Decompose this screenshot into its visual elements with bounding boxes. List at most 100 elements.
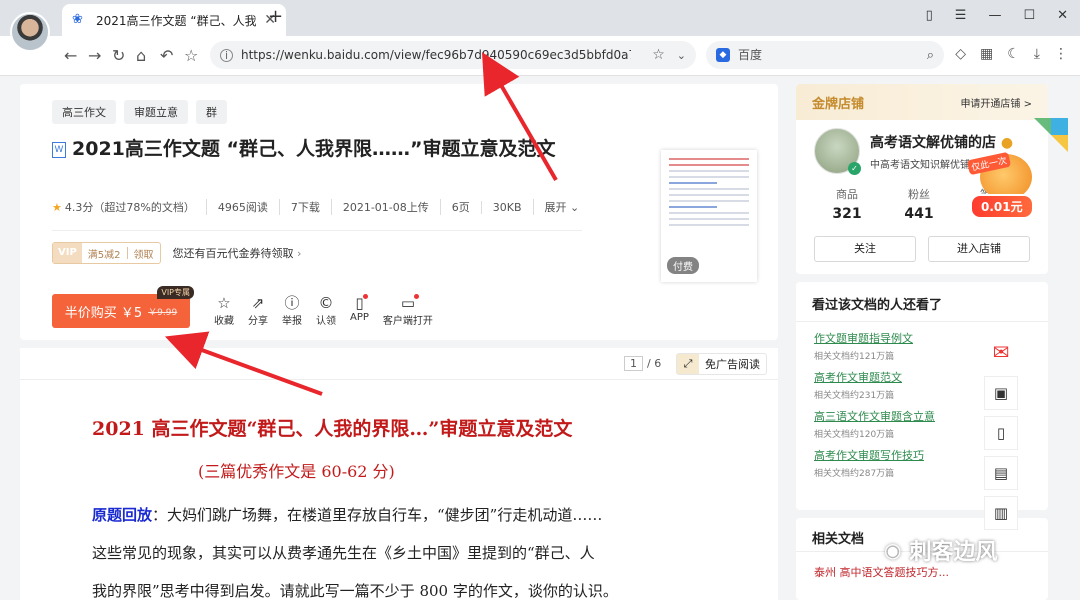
shop-buttons: 关注 进入店铺 — [814, 236, 1030, 262]
download-icon[interactable]: ⤓ — [1034, 46, 1040, 62]
action-bar: ☆ 收藏 ⇗ 分享 ⓘ 举报 © 认领 ▯ APP ▭ 客户端打开 — [214, 294, 433, 327]
comment-icon[interactable]: ▤ — [984, 456, 1018, 490]
prompt-label: 原题回放 — [92, 506, 153, 524]
tag[interactable]: 高三作文 — [52, 100, 116, 124]
rating-star-icon: ★ — [52, 201, 62, 214]
ad-free-read-button[interactable]: ⤢ 免广告阅读 — [676, 353, 767, 375]
expand-icon: ⤢ — [677, 354, 699, 374]
vip-coupon-row: VIP 满5减2 领取 您还有百元代金券待领取 › — [52, 242, 301, 264]
undo-close-icon[interactable]: ↶ — [160, 46, 173, 65]
action-label: 客户端打开 — [382, 316, 433, 327]
thumb-line — [669, 188, 749, 190]
shop-name-text: 高考语文解优铺的店 — [870, 135, 996, 151]
app-button[interactable]: ▯ APP — [350, 294, 369, 327]
stat-label: 商品 — [836, 188, 858, 201]
red-packet-icon[interactable]: ✉ — [984, 336, 1018, 370]
forward-icon[interactable]: → — [88, 46, 101, 65]
home-icon[interactable]: ⌂ — [136, 46, 146, 65]
monitor-icon: ▭ — [401, 294, 419, 312]
more-icon[interactable]: ⋮ — [1054, 46, 1068, 62]
search-icon[interactable]: ⌕ — [927, 48, 934, 63]
menu-icon[interactable]: ☰ — [955, 8, 967, 23]
verified-icon: ✓ — [848, 162, 861, 175]
minimize-icon[interactable]: — — [988, 8, 1001, 23]
enter-shop-button[interactable]: 进入店铺 — [928, 236, 1030, 262]
coupon-claim[interactable]: 领取 — [128, 246, 160, 261]
vip-coupon[interactable]: VIP 满5减2 领取 — [52, 242, 161, 264]
original-price: ￥9.99 — [148, 307, 178, 318]
sidebar-toggle-icon[interactable]: ▯ — [926, 8, 933, 23]
notification-dot — [362, 294, 368, 299]
total-pages: / 6 — [647, 357, 662, 370]
document-title: 2021高三作文题 “群己、人我界限……”审题立意及范文 — [72, 138, 556, 160]
search-engine-icon[interactable]: ◆ — [716, 48, 730, 62]
essay-body: 原题回放：大妈们跳广场舞，在楼道里存放自行车，“健步团”行走机动道…… 这些常见… — [92, 496, 732, 600]
back-icon[interactable]: ← — [64, 46, 77, 65]
vip-badge: VIP — [53, 243, 82, 263]
half-price-buy-button[interactable]: 半价购买 ￥5 ￥9.99 VIP专属 — [52, 286, 194, 328]
action-label: 举报 — [282, 316, 302, 327]
thumb-line — [669, 212, 749, 214]
site-info-icon[interactable]: i — [220, 48, 233, 62]
tag[interactable]: 审题立意 — [124, 100, 188, 124]
chevron-down-icon[interactable]: ⌄ — [677, 49, 686, 62]
current-page-input[interactable]: 1 — [624, 356, 643, 371]
action-label: APP — [350, 312, 369, 323]
star-icon: ☆ — [217, 294, 231, 312]
reload-icon[interactable]: ↻ — [112, 46, 125, 65]
browser-tab[interactable]: ❀ 2021高三作文题 “群己、人我界限…… ✕ — [62, 4, 286, 36]
toolbox-icon[interactable]: ▣ — [984, 376, 1018, 410]
document-thumbnail[interactable]: 付费 — [661, 150, 757, 282]
action-label: 认领 — [316, 316, 336, 327]
search-box[interactable]: ◆ ⌕ — [706, 41, 944, 69]
expand-label: 展开 — [544, 201, 567, 214]
report-button[interactable]: ⓘ 举报 — [282, 294, 302, 327]
shop-avatar[interactable]: ✓ — [814, 128, 861, 175]
new-tab-button[interactable]: + — [268, 6, 283, 27]
apply-shop-link[interactable]: 申请开通店铺 > — [960, 95, 1032, 110]
bookmark-icon[interactable]: ☆ — [184, 46, 198, 65]
chevron-right-icon: › — [297, 247, 302, 260]
maximize-icon[interactable]: ☐ — [1023, 8, 1035, 23]
user-avatar[interactable] — [10, 12, 50, 52]
claim-button[interactable]: © 认领 — [316, 294, 336, 327]
file-size: 30KB — [480, 200, 533, 214]
document-card: 高三作文 审题立意 群 W 2021高三作文题 “群己、人我界限……”审题立意及… — [20, 84, 778, 340]
promo-badge[interactable]: 仅此一次 0.01元 — [966, 151, 1038, 219]
stat-fans: 粉丝 441 — [888, 186, 950, 222]
promo-price: 0.01元 — [970, 194, 1034, 219]
copyright-icon: © — [318, 294, 334, 312]
medal-icon: ● — [1000, 135, 1014, 151]
favorite-button[interactable]: ☆ 收藏 — [214, 294, 234, 327]
vip-only-tag: VIP专属 — [157, 286, 194, 299]
mobile-icon[interactable]: ▯ — [984, 416, 1018, 450]
open-in-client-button[interactable]: ▭ 客户端打开 — [383, 294, 433, 327]
report-icon: ⓘ — [284, 294, 300, 312]
thumb-line — [669, 206, 717, 208]
share-button[interactable]: ⇗ 分享 — [248, 294, 268, 327]
address-bar[interactable]: i https://wenku.baidu.com/view/fec96b7d9… — [210, 41, 696, 69]
moon-icon[interactable]: ☾ — [1007, 46, 1020, 62]
feedback-icon[interactable]: ▥ — [984, 496, 1018, 530]
url-text[interactable]: https://wenku.baidu.com/view/fec96b7d940… — [241, 48, 631, 62]
thumb-line — [669, 164, 749, 166]
close-window-icon[interactable]: ✕ — [1057, 8, 1068, 23]
follow-button[interactable]: 关注 — [814, 236, 916, 262]
expand-button[interactable]: 展开 ⌄ — [532, 199, 591, 215]
thumb-line — [669, 218, 749, 220]
reader-toolbar: 1 / 6 ⤢ 免广告阅读 — [20, 348, 778, 380]
voucher-note[interactable]: 您还有百元代金券待领取 › — [173, 245, 302, 261]
gold-shop-label: 金牌店铺 — [812, 96, 865, 112]
bookmark-star-icon[interactable]: ☆ — [652, 47, 665, 63]
search-input[interactable] — [738, 48, 908, 62]
shop-name[interactable]: 高考语文解优铺的店 ● — [870, 132, 1013, 152]
tag-list: 高三作文 审题立意 群 — [52, 100, 227, 124]
thumb-line — [669, 170, 749, 172]
essay-line: 我的界限”思考中得到启发。请就此写一篇不少于 800 字的作文，谈你的认识。 — [92, 582, 618, 600]
essay-text: ：大妈们跳广场舞，在楼道里存放自行车，“健步团”行走机动道…… — [152, 506, 603, 524]
eraser-icon[interactable]: ◇ — [955, 46, 966, 62]
page-count: 6页 — [439, 199, 481, 215]
apps-grid-icon[interactable]: ▦ — [980, 46, 993, 62]
stat-value: 321 — [832, 206, 862, 222]
tag[interactable]: 群 — [196, 100, 227, 124]
